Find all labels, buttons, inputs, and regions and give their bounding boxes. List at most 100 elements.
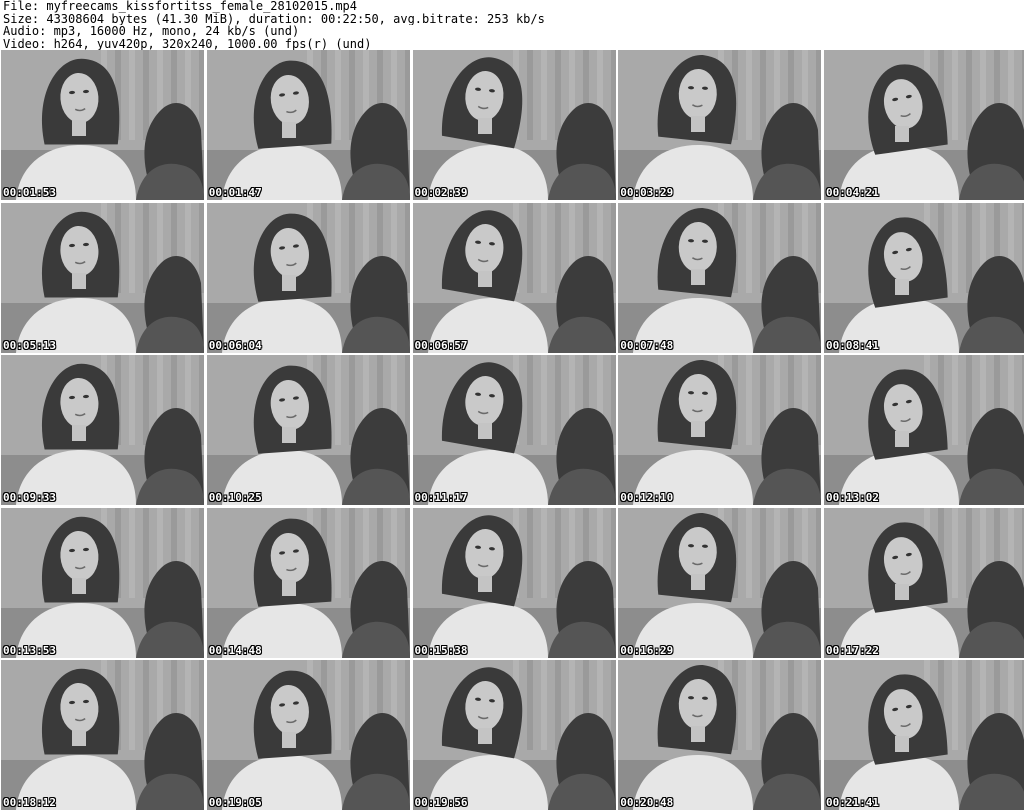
wall-stripe — [966, 202, 972, 293]
wall-stripe — [540, 660, 547, 750]
frame-timestamp: 00:06:57 — [414, 338, 468, 352]
video-frame-thumbnail: 00:13:53 — [1, 507, 204, 658]
frame-timestamp: 00:01:53 — [3, 186, 56, 199]
video-frame-thumbnail: 00:03:29 — [618, 50, 822, 200]
wall-stripe — [966, 507, 972, 598]
frame-timestamp: 00:03:29 — [620, 186, 674, 199]
neck — [72, 730, 86, 746]
wall-stripe — [952, 660, 958, 750]
wall-stripe — [348, 660, 355, 750]
neck — [691, 116, 706, 132]
wall-stripe — [348, 50, 355, 140]
frame-timestamp: 00:12:10 — [620, 491, 674, 504]
frame-image — [824, 202, 1024, 353]
wall-stripe — [526, 355, 533, 445]
neck — [691, 268, 706, 285]
wall-stripe — [554, 660, 561, 750]
wall-stripe — [129, 507, 135, 598]
wall-stripe — [952, 507, 958, 598]
wall-stripe — [348, 202, 355, 293]
wall-stripe — [554, 355, 561, 445]
video-frame-thumbnail: 00:12:10 — [618, 355, 822, 505]
wall-stripe — [746, 355, 753, 445]
neck — [72, 120, 86, 136]
frame-image — [1, 202, 204, 353]
wall-stripe — [540, 355, 547, 445]
wall-stripe — [540, 50, 547, 140]
frame-timestamp: 00:01:47 — [208, 186, 262, 199]
video-frame-thumbnail: 00:09:33 — [1, 355, 204, 505]
frame-timestamp: 00:07:48 — [620, 338, 674, 352]
wall-stripe — [746, 202, 753, 293]
video-frame-thumbnail: 00:20:48 — [618, 660, 822, 810]
frame-timestamp: 00:05:13 — [3, 338, 56, 352]
frame-image — [1, 50, 204, 200]
frame-timestamp: 00:19:05 — [208, 796, 262, 809]
frame-timestamp: 00:18:12 — [3, 796, 56, 809]
wall-stripe — [760, 507, 767, 598]
frame-image — [618, 50, 822, 200]
frame-image — [206, 202, 410, 353]
file-size-line: Size: 43308604 bytes (41.30 MiB), durati… — [3, 12, 545, 25]
frame-image — [824, 50, 1024, 200]
neck — [281, 427, 296, 443]
wall-stripe — [334, 355, 341, 445]
video-frame-thumbnail: 00:15:38 — [412, 507, 616, 658]
neck — [281, 274, 296, 291]
frame-image — [1, 660, 204, 810]
wall-stripe — [966, 50, 972, 140]
frame-timestamp: 00:06:04 — [208, 338, 262, 352]
frame-image — [618, 660, 822, 810]
neck — [477, 270, 492, 287]
frame-image — [412, 355, 616, 505]
frame-image — [412, 507, 616, 658]
frame-timestamp: 00:14:48 — [208, 643, 262, 657]
video-frame-thumbnail: 00:02:39 — [412, 50, 616, 200]
video-frame-thumbnail: 00:11:17 — [412, 355, 616, 505]
wall-stripe — [334, 507, 341, 598]
wall-stripe — [526, 202, 533, 293]
neck — [477, 423, 492, 439]
neck — [477, 575, 492, 592]
frame-image — [206, 50, 410, 200]
wall-stripe — [129, 660, 135, 750]
frame-timestamp: 00:21:41 — [826, 796, 879, 809]
video-frame-thumbnail: 00:05:13 — [1, 202, 204, 353]
file-name-line: File: myfreecams_kissfortitss_female_281… — [3, 0, 358, 13]
frame-timestamp: 00:16:29 — [620, 643, 674, 657]
video-frame-thumbnail: 00:19:56 — [412, 660, 616, 810]
wall-stripe — [966, 660, 972, 750]
wall-stripe — [746, 660, 753, 750]
neck — [281, 122, 296, 138]
neck — [895, 736, 909, 752]
wall-stripe — [526, 507, 533, 598]
video-frame-thumbnail: 00:18:12 — [1, 660, 204, 810]
wall-stripe — [143, 202, 149, 293]
wall-stripe — [760, 355, 767, 445]
wall-stripe — [966, 355, 972, 445]
frame-image — [824, 660, 1024, 810]
wall-stripe — [526, 660, 533, 750]
frame-image — [1, 507, 204, 658]
neck — [691, 573, 706, 590]
frame-timestamp: 00:19:56 — [414, 796, 468, 809]
wall-stripe — [760, 660, 767, 750]
frame-timestamp: 00:15:38 — [414, 643, 468, 657]
frame-timestamp: 00:17:22 — [826, 643, 879, 657]
video-frame-thumbnail: 00:04:21 — [824, 50, 1024, 200]
frame-timestamp: 00:08:41 — [826, 338, 879, 352]
wall-stripe — [143, 507, 149, 598]
wall-stripe — [334, 50, 341, 140]
wall-stripe — [129, 355, 135, 445]
frame-image — [1, 355, 204, 505]
wall-stripe — [348, 507, 355, 598]
video-frame-thumbnail: 00:08:41 — [824, 202, 1024, 353]
neck — [895, 583, 909, 600]
wall-stripe — [334, 660, 341, 750]
neck — [281, 732, 296, 748]
video-frame-thumbnail: 00:16:29 — [618, 507, 822, 658]
video-frame-thumbnail: 00:01:53 — [1, 50, 204, 200]
frame-image — [824, 355, 1024, 505]
wall-stripe — [760, 50, 767, 140]
audio-info-line: Audio: mp3, 16000 Hz, mono, 24 kb/s (und… — [3, 25, 300, 38]
